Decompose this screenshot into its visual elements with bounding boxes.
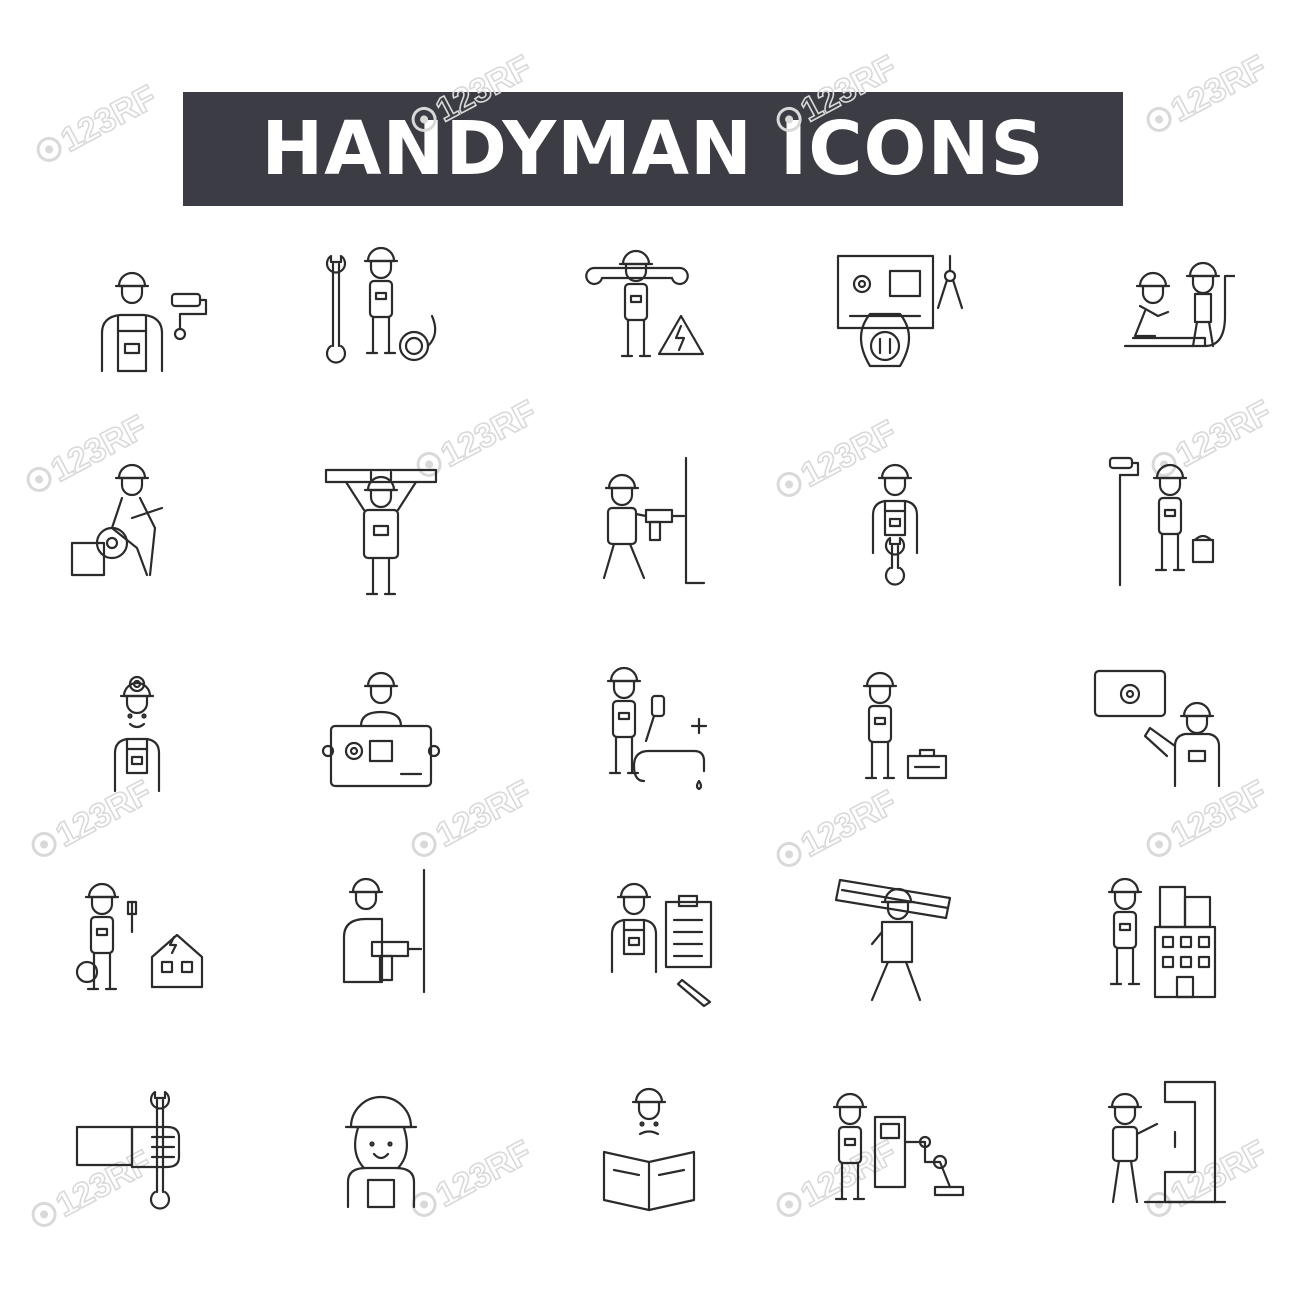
plumbers-installing-pipe-icon (1085, 236, 1235, 386)
worker-with-paint-roller-icon (62, 236, 212, 386)
worker-presenting-gear-plan-icon (1085, 656, 1235, 806)
machinist-with-drill-press-icon (1085, 1072, 1235, 1222)
worker-reading-manual-icon (574, 1072, 724, 1222)
miner-with-headlamp-icon (62, 656, 212, 806)
worker-with-wrench-and-cable-icon (306, 236, 456, 386)
worker-holding-wrench-icon (820, 448, 970, 598)
electrician-with-wrench-and-warning-sign-icon (574, 236, 724, 386)
female-worker-with-helmet-icon (306, 1072, 456, 1222)
painter-with-roller-and-bucket-icon (1085, 448, 1235, 598)
plumber-with-faucet-and-pipe-icon (574, 656, 724, 806)
worker-with-power-drill-icon (306, 862, 456, 1012)
worker-carrying-planks-icon (820, 862, 970, 1012)
worker-with-toolbox-icon (820, 656, 970, 806)
worker-with-clipboard-checklist-icon (574, 862, 724, 1012)
icon-grid (0, 0, 1300, 1300)
hand-holding-wrench-icon (62, 1072, 212, 1222)
worker-drilling-wall-icon (574, 448, 724, 598)
worker-with-level-icon (306, 448, 456, 598)
worker-with-blueprint-board-icon (306, 656, 456, 806)
electrician-with-screwdriver-and-house-icon (62, 862, 212, 1012)
operator-with-robotic-arm-icon (820, 1072, 970, 1222)
architect-with-building-icon (1085, 862, 1235, 1012)
engineer-with-blueprint-and-compass-icon (820, 236, 970, 386)
worker-with-circular-saw-icon (62, 448, 212, 598)
